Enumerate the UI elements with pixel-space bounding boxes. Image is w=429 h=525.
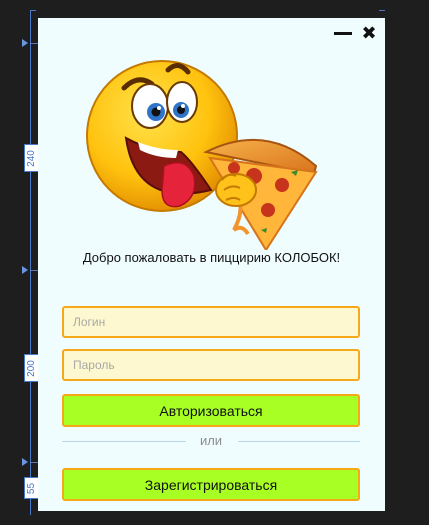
register-button-label: Зарегистрироваться (144, 476, 278, 493)
or-label: или (199, 433, 223, 448)
login-input[interactable] (62, 306, 360, 338)
height-ruler (30, 10, 31, 515)
welcome-text: Добро пожаловать в пиццирию КОЛОБОК! (82, 250, 341, 265)
minimize-button[interactable] (333, 24, 353, 42)
or-divider: или (62, 433, 360, 449)
row-resize-handle[interactable] (22, 266, 28, 274)
smiley-pizza-icon (86, 60, 318, 250)
close-icon: ✖ (361, 23, 377, 43)
login-window: ✖ Добро пожаловать в пиццирию КОЛОБОК! Л… (38, 18, 385, 511)
row-resize-handle[interactable] (22, 458, 28, 466)
password-input[interactable] (62, 349, 360, 381)
close-button[interactable]: ✖ (359, 24, 379, 42)
ruler-top-mark (30, 10, 36, 11)
authorize-button-label: Авторизоваться (159, 402, 263, 419)
register-button[interactable]: Зарегистрироваться (62, 468, 360, 501)
ruler-top-mark (379, 10, 385, 11)
authorize-button[interactable]: Авторизоваться (62, 394, 360, 427)
row-height-label: 240 (24, 144, 39, 172)
row-height-label: 55 (24, 477, 39, 499)
row-resize-handle[interactable] (22, 39, 28, 47)
minimize-icon (334, 31, 352, 35)
row-height-label: 200 (24, 354, 39, 382)
